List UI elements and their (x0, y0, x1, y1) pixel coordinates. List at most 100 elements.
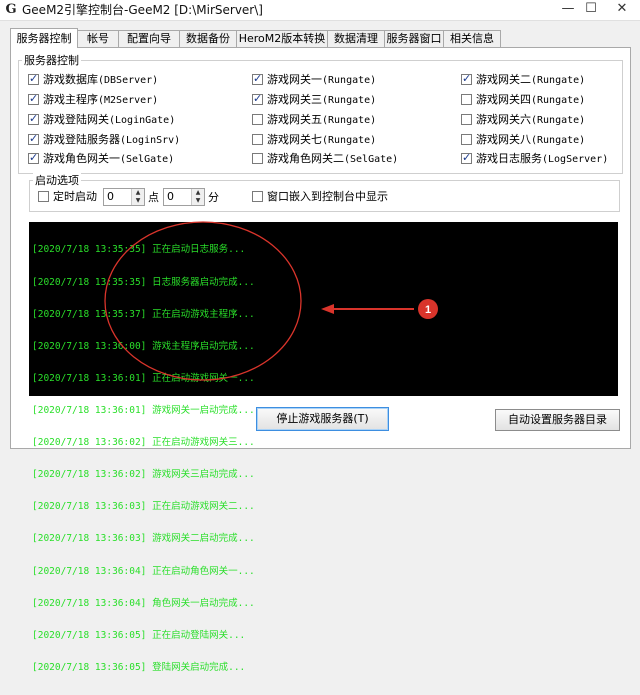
log-line: [2020/7/18 13:36:04] 正在启动角色网关一... (32, 565, 255, 577)
checkbox-sub-label: (M2Server) (98, 95, 159, 106)
checkbox-sub-label: (Rungate) (322, 75, 377, 86)
checkbox-embed-console[interactable]: 窗口嵌入到控制台中显示 (252, 190, 388, 204)
hour-stepper[interactable]: 0 ▲ ▼ (103, 188, 145, 206)
checkbox-selgate-2[interactable]: 游戏角色网关二(SelGate) (252, 152, 398, 166)
server-control-group-label: 服务器控制 (22, 52, 81, 68)
checkbox-sub-label: (SelGate) (344, 154, 399, 165)
checkbox-sub-label: (Rungate) (531, 115, 586, 126)
checkbox-label: 游戏网关三 (267, 93, 322, 106)
spin-down-icon[interactable]: ▼ (132, 197, 144, 205)
checkbox-box[interactable] (252, 133, 263, 145)
tab-herom2-convert[interactable]: HeroM2版本转换 (236, 30, 328, 47)
checkbox-box[interactable] (28, 92, 39, 106)
checkbox-label: 游戏主程序 (43, 93, 98, 106)
checkbox-label: 游戏登陆服务器 (43, 133, 120, 146)
log-line: [2020/7/18 13:36:02] 正在启动游戏网关三... (32, 437, 255, 449)
checkbox-sub-label: (Rungate) (531, 95, 586, 106)
tab-account[interactable]: 帐号 (77, 30, 119, 47)
log-output: [2020/7/18 13:35:35] 正在启动日志服务... [2020/7… (32, 224, 255, 695)
tab-server-control[interactable]: 服务器控制 (10, 28, 78, 48)
spin-up-icon[interactable]: ▲ (192, 189, 204, 197)
window-title: GeeM2引擎控制台-GeeM2 [D:\MirServer\] (22, 3, 263, 17)
minute-stepper[interactable]: 0 ▲ ▼ (163, 188, 205, 206)
log-line: [2020/7/18 13:35:35] 日志服务器启动完成... (32, 276, 255, 288)
checkbox-sub-label: (Rungate) (322, 95, 377, 106)
log-console[interactable]: [2020/7/18 13:35:35] 正在启动日志服务... [2020/7… (29, 222, 618, 673)
checkbox-m2server[interactable]: 游戏主程序(M2Server) (28, 92, 159, 107)
log-line: [2020/7/18 13:36:05] 登陆网关启动完成... (32, 661, 246, 673)
checkbox-sub-label: (Rungate) (531, 135, 586, 146)
maximize-icon[interactable]: ☐ (577, 0, 605, 18)
tab-data-cleanup[interactable]: 数据清理 (327, 30, 385, 47)
checkbox-rungate-3[interactable]: 游戏网关三(Rungate) (252, 92, 377, 107)
hour-stepper-arrows[interactable]: ▲ ▼ (131, 189, 144, 205)
checkbox-label: 游戏网关二 (476, 73, 531, 86)
log-line: [2020/7/18 13:36:01] 正在启动游戏网关一... (32, 372, 255, 384)
minute-value[interactable]: 0 (167, 190, 174, 204)
startup-options-group-label: 启动选项 (33, 172, 81, 188)
checkbox-timed-start[interactable]: 定时启动 (38, 190, 97, 204)
checkbox-label: 游戏登陆网关 (43, 113, 109, 126)
auto-set-directory-button[interactable]: 自动设置服务器目录 (495, 409, 620, 431)
app-logo-icon: G (5, 2, 17, 17)
log-line: [2020/7/18 13:36:01] 游戏网关一启动完成... (32, 404, 255, 416)
checkbox-label: 游戏网关一 (267, 73, 322, 86)
checkbox-sub-label: (Rungate) (531, 75, 586, 86)
checkbox-box[interactable] (461, 151, 472, 165)
checkbox-rungate-6[interactable]: 游戏网关六(Rungate) (461, 113, 585, 127)
checkbox-box[interactable] (252, 92, 263, 106)
checkbox-label: 游戏角色网关二 (267, 152, 344, 165)
checkbox-label: 游戏数据库 (43, 73, 98, 86)
checkbox-rungate-7[interactable]: 游戏网关七(Rungate) (252, 133, 376, 147)
checkbox-box[interactable] (38, 190, 49, 202)
log-line: [2020/7/18 13:36:03] 游戏网关二启动完成... (32, 533, 255, 545)
checkbox-rungate-5[interactable]: 游戏网关五(Rungate) (252, 113, 376, 127)
checkbox-box[interactable] (252, 113, 263, 125)
checkbox-sub-label: (SelGate) (120, 154, 175, 165)
checkbox-box[interactable] (252, 152, 263, 164)
checkbox-rungate-1[interactable]: 游戏网关一(Rungate) (252, 72, 377, 87)
checkbox-box[interactable] (28, 72, 39, 86)
checkbox-sub-label: (Rungate) (322, 115, 377, 126)
log-line: [2020/7/18 13:36:02] 游戏网关三启动完成... (32, 469, 255, 481)
checkbox-box[interactable] (28, 132, 39, 146)
checkbox-loginsrv[interactable]: 游戏登陆服务器(LoginSrv) (28, 132, 180, 147)
checkbox-box[interactable] (252, 72, 263, 86)
log-line: [2020/7/18 13:36:05] 正在启动登陆网关... (32, 629, 246, 641)
tab-server-window[interactable]: 服务器窗口 (384, 30, 444, 47)
checkbox-sub-label: (LoginGate) (109, 115, 176, 126)
tab-config-wizard[interactable]: 配置向导 (118, 30, 180, 47)
checkbox-rungate-8[interactable]: 游戏网关八(Rungate) (461, 133, 585, 147)
title-bar: G GeeM2引擎控制台-GeeM2 [D:\MirServer\] — ☐ ✕ (0, 0, 640, 21)
checkbox-box[interactable] (461, 93, 472, 105)
log-line: [2020/7/18 13:36:00] 游戏主程序启动完成... (32, 340, 255, 352)
checkbox-label: 游戏角色网关一 (43, 152, 120, 165)
spin-down-icon[interactable]: ▼ (192, 197, 204, 205)
checkbox-label: 游戏网关六 (476, 113, 531, 126)
checkbox-box[interactable] (28, 112, 39, 126)
checkbox-box[interactable] (461, 113, 472, 125)
checkbox-label: 游戏网关八 (476, 133, 531, 146)
spin-up-icon[interactable]: ▲ (132, 189, 144, 197)
checkbox-rungate-2[interactable]: 游戏网关二(Rungate) (461, 72, 586, 87)
checkbox-selgate-1[interactable]: 游戏角色网关一(SelGate) (28, 151, 175, 166)
checkbox-box[interactable] (252, 190, 263, 202)
tab-related-info[interactable]: 相关信息 (443, 30, 501, 47)
checkbox-logserver[interactable]: 游戏日志服务(LogServer) (461, 151, 609, 166)
checkbox-dbserver[interactable]: 游戏数据库(DBServer) (28, 72, 158, 87)
tab-data-backup[interactable]: 数据备份 (179, 30, 237, 47)
checkbox-box[interactable] (461, 133, 472, 145)
close-icon[interactable]: ✕ (608, 0, 636, 18)
hour-value[interactable]: 0 (107, 190, 114, 204)
checkbox-label: 定时启动 (53, 190, 97, 203)
minute-stepper-arrows[interactable]: ▲ ▼ (191, 189, 204, 205)
checkbox-box[interactable] (28, 151, 39, 165)
log-line: [2020/7/18 13:36:04] 角色网关一启动完成... (32, 597, 255, 609)
checkbox-rungate-4[interactable]: 游戏网关四(Rungate) (461, 93, 585, 107)
checkbox-label: 游戏网关四 (476, 93, 531, 106)
checkbox-logingate[interactable]: 游戏登陆网关(LoginGate) (28, 112, 176, 127)
checkbox-box[interactable] (461, 72, 472, 86)
hour-unit-label: 点 (148, 191, 159, 204)
checkbox-sub-label: (LogServer) (542, 154, 609, 165)
stop-server-button[interactable]: 停止游戏服务器(T) (256, 407, 389, 431)
